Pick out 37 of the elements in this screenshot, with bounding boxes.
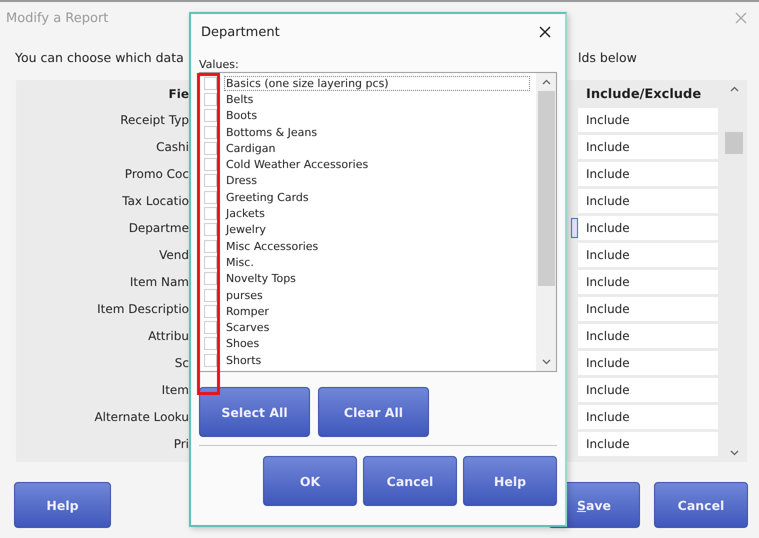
- field-name: Cashi: [155, 140, 189, 154]
- instruction-text: lds below: [578, 50, 637, 64]
- department-name: Misc Accessories: [225, 238, 320, 254]
- field-name: Vend: [158, 248, 189, 262]
- department-name: purses: [225, 288, 264, 302]
- field-name: Tax Locatio: [121, 194, 189, 208]
- column-header: Fie: [168, 87, 189, 101]
- department-name: Cold Weather Accessories: [225, 157, 370, 172]
- department-name: Jackets: [224, 206, 266, 222]
- window-title: Modify a Report: [6, 10, 110, 26]
- department-name: Boots: [225, 108, 258, 124]
- department-name: Cardigan: [225, 140, 276, 156]
- department-name: Misc.: [225, 254, 255, 270]
- field-name: Alternate Looku: [93, 410, 189, 424]
- department-name: Shorts: [225, 352, 262, 368]
- department-name: Greeting Cards: [225, 190, 310, 205]
- department-name: Bottoms & Jeans: [225, 124, 318, 140]
- column-header: Include/Exclude: [585, 86, 702, 102]
- department-name: Shoes: [225, 336, 260, 352]
- field-name: Attribu: [147, 328, 189, 342]
- field-name: Sc: [174, 356, 189, 370]
- department-name: Novelty Tops: [225, 271, 297, 286]
- department-name: Jewelry: [224, 222, 267, 238]
- instruction-text: You can choose which data: [15, 50, 184, 64]
- field-name: Item: [160, 382, 189, 396]
- dialog-title: Department: [201, 24, 280, 40]
- values-label: Values:: [199, 58, 240, 72]
- field-name: Item Descriptio: [96, 302, 189, 316]
- department-name: Scarves: [225, 320, 270, 336]
- field-name: Departme: [128, 220, 189, 234]
- field-name: Promo Coc: [124, 166, 189, 180]
- field-name: Item Nam: [128, 274, 189, 288]
- field-name: Pri: [172, 436, 189, 450]
- department-name: Belts: [225, 92, 254, 107]
- field-name: Receipt Typ: [119, 112, 189, 126]
- department-name: Dress: [225, 173, 258, 188]
- department-name: Romper: [225, 304, 270, 319]
